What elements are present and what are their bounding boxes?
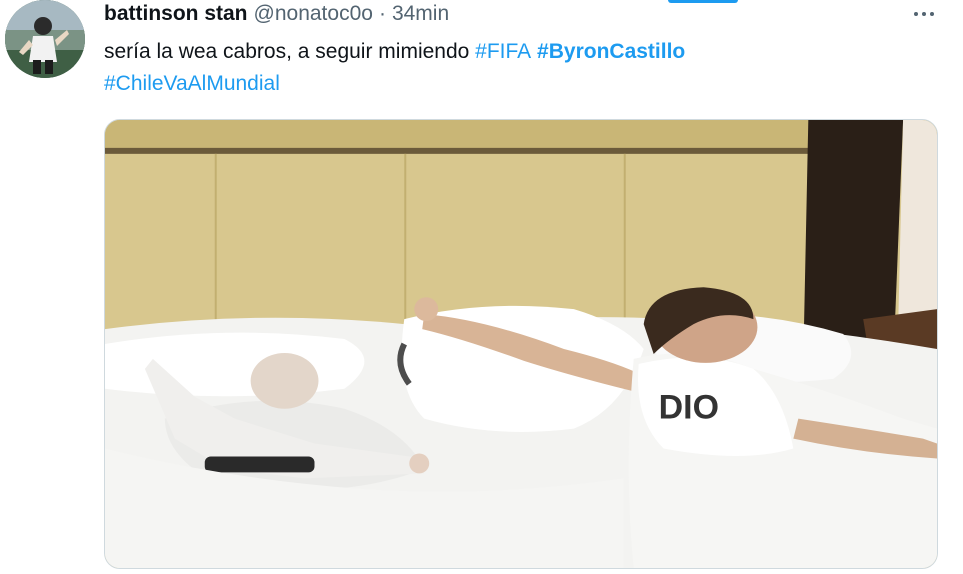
user-handle[interactable]: @nonatoc0o (254, 2, 373, 26)
avatar-image (5, 0, 85, 78)
hashtag-fifa[interactable]: #FIFA (475, 40, 531, 63)
more-horizontal-icon (914, 12, 918, 16)
top-blue-chip (668, 0, 738, 3)
shirt-text: DIO (659, 389, 719, 427)
hashtag-chilevaalmundial[interactable]: #ChileVaAlMundial (104, 72, 280, 95)
tweet-photo[interactable]: DIO (104, 119, 938, 569)
tweet-text-plain: sería la wea cabros, a seguir mimiendo (104, 40, 476, 63)
tweet-header: battinson stan @nonatoc0o · 34min (104, 2, 449, 26)
photo-image: DIO (105, 120, 937, 568)
separator-dot: · (378, 2, 386, 25)
tweet-card[interactable]: battinson stan @nonatoc0o · 34min sería … (0, 0, 963, 574)
tweet-text: sería la wea cabros, a seguir mimiendo #… (104, 36, 924, 100)
more-horizontal-icon (930, 12, 934, 16)
timestamp[interactable]: 34min (392, 2, 449, 26)
more-horizontal-icon (922, 12, 926, 16)
more-options-button[interactable] (904, 2, 944, 26)
display-name[interactable]: battinson stan (104, 2, 248, 26)
avatar[interactable] (5, 0, 85, 78)
hashtag-byroncastillo[interactable]: #ByronCastillo (537, 40, 685, 63)
